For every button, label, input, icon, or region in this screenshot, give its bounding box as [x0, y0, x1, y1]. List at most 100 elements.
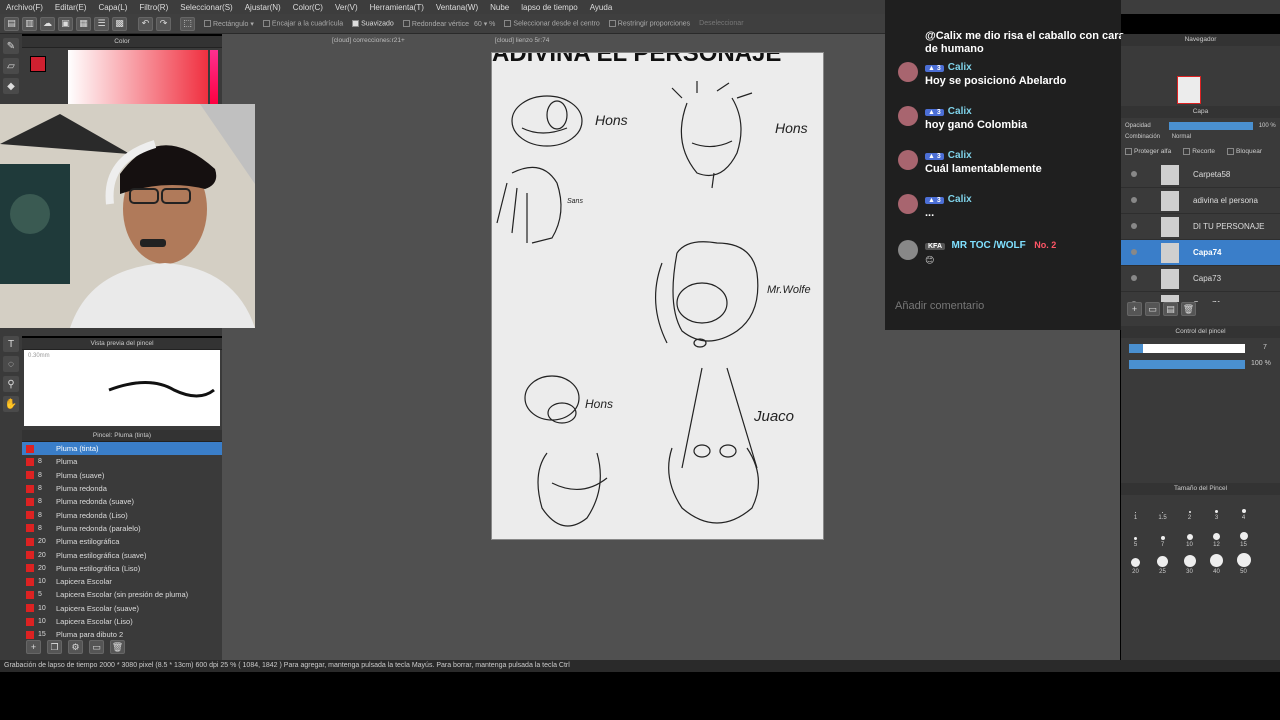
- foreground-color-swatch[interactable]: [30, 56, 46, 72]
- brush-item[interactable]: 8 Pluma: [22, 455, 222, 468]
- menu-item[interactable]: Color(C): [287, 3, 329, 12]
- brush-item[interactable]: Pluma (tinta): [22, 442, 222, 456]
- brush-size-preset[interactable]: 25: [1149, 549, 1176, 575]
- open-icon[interactable]: ▥: [22, 16, 37, 31]
- menu-item[interactable]: Archivo(F): [0, 3, 49, 12]
- brush-size-preset[interactable]: 15: [1230, 522, 1257, 548]
- deselect-button[interactable]: Deseleccionar: [699, 20, 743, 27]
- menu-item[interactable]: Herramienta(T): [364, 3, 430, 12]
- list-icon[interactable]: ☰: [94, 16, 109, 31]
- brush-item[interactable]: 20 Pluma estilográfica (Liso): [22, 562, 222, 575]
- undo-icon[interactable]: ↶: [138, 16, 153, 31]
- brush-size-preset[interactable]: 10: [1176, 522, 1203, 548]
- grid-icon[interactable]: ▩: [112, 16, 127, 31]
- brush-item[interactable]: 8 Pluma (suave): [22, 469, 222, 482]
- brush-size-preset[interactable]: 50: [1230, 549, 1257, 575]
- layer-row[interactable]: Capa71: [1121, 292, 1280, 302]
- round-value[interactable]: 60: [474, 21, 482, 28]
- delete-layer-icon[interactable]: 🗑: [1181, 302, 1196, 316]
- opacity-slider[interactable]: [1168, 122, 1253, 130]
- save-icon[interactable]: ▣: [58, 16, 73, 31]
- visibility-icon[interactable]: [1131, 301, 1137, 302]
- brush-size-preset[interactable]: 30: [1176, 549, 1203, 575]
- chat-comment-input[interactable]: Añadir comentario: [895, 300, 1115, 312]
- eyedropper-tool-icon[interactable]: ⚲: [3, 376, 19, 392]
- snap-checkbox[interactable]: [262, 19, 270, 27]
- text-tool-icon[interactable]: T: [3, 336, 19, 352]
- brush-size-preset[interactable]: 5: [1122, 522, 1149, 548]
- visibility-icon[interactable]: [1131, 197, 1137, 203]
- brush-size-slider[interactable]: [1129, 344, 1245, 353]
- visibility-icon[interactable]: [1131, 171, 1137, 177]
- brush-size-preset[interactable]: 40: [1203, 549, 1230, 575]
- smooth-option[interactable]: Suavizado: [352, 19, 394, 27]
- menu-item[interactable]: Ver(V): [329, 3, 364, 12]
- menu-item[interactable]: Capa(L): [92, 3, 133, 12]
- menu-item[interactable]: Filtro(R): [133, 3, 174, 12]
- center-checkbox[interactable]: [504, 19, 512, 27]
- brush-density-slider[interactable]: [1129, 360, 1245, 369]
- hand-tool-icon[interactable]: ✋: [3, 396, 19, 412]
- tab-canvas[interactable]: [cloud] lienzo 5r:74: [495, 37, 550, 49]
- round-option[interactable]: Redondear vértice 60 ▾ %: [402, 20, 495, 28]
- drawing-canvas[interactable]: ADIVINA EL PERSONAJE Hons Hons Sans Mr.W…: [491, 52, 824, 540]
- brush-item[interactable]: 20 Pluma estilográfica (suave): [22, 548, 222, 561]
- brush-item[interactable]: 20 Pluma estilográfica: [22, 535, 222, 548]
- proportions-option[interactable]: Restringir proporciones: [608, 19, 690, 27]
- visibility-icon[interactable]: [1131, 249, 1137, 255]
- brush-item[interactable]: 8 Pluma redonda (Liso): [22, 508, 222, 521]
- visibility-icon[interactable]: [1131, 223, 1137, 229]
- brush-size-preset[interactable]: 12: [1203, 522, 1230, 548]
- vector-layer-icon[interactable]: ▭: [1145, 302, 1160, 316]
- brush-item[interactable]: 8 Pluma redonda (paralelo): [22, 522, 222, 535]
- cloud-icon[interactable]: ☁: [40, 16, 55, 31]
- eraser-tool-icon[interactable]: ▱: [3, 58, 19, 74]
- brush-item[interactable]: 5 Lapicera Escolar (sin presión de pluma): [22, 588, 222, 601]
- blend-value[interactable]: Normal: [1172, 134, 1191, 140]
- lock-checkbox[interactable]: [1226, 148, 1234, 155]
- tab-corrections[interactable]: [cloud] correcciones:r21+: [332, 37, 405, 49]
- from-center-option[interactable]: Seleccionar desde el centro: [504, 19, 600, 27]
- lock-option[interactable]: Bloquear: [1226, 148, 1262, 162]
- lasso-tool-icon[interactable]: ◌: [3, 356, 19, 372]
- redo-icon[interactable]: ↷: [156, 16, 171, 31]
- brush-item[interactable]: 8 Pluma redonda: [22, 482, 222, 495]
- add-brush-icon[interactable]: +: [26, 640, 41, 654]
- brush-item[interactable]: 8 Pluma redonda (suave): [22, 495, 222, 508]
- new-layer-icon[interactable]: +: [1127, 302, 1142, 316]
- shape-select[interactable]: Rectángulo ▾: [204, 20, 254, 28]
- menu-item[interactable]: Ajustar(N): [239, 3, 287, 12]
- layer-row[interactable]: Carpeta58: [1121, 162, 1280, 188]
- brush-size-preset[interactable]: 1: [1122, 495, 1149, 521]
- menu-item[interactable]: Nube: [484, 3, 515, 12]
- protect-alpha-option[interactable]: Proteger alfa: [1125, 148, 1171, 162]
- export-icon[interactable]: ▦: [76, 16, 91, 31]
- menu-item[interactable]: lapso de tiempo: [515, 3, 583, 12]
- smooth-checkbox[interactable]: [352, 19, 360, 27]
- pen-tool-icon[interactable]: ✎: [3, 38, 19, 54]
- folder-layer-icon[interactable]: ▤: [1163, 302, 1178, 316]
- hue-slider[interactable]: [210, 50, 218, 104]
- layer-row[interactable]: Capa74: [1121, 240, 1280, 266]
- delete-brush-icon[interactable]: 🗑: [110, 640, 125, 654]
- copy-brush-icon[interactable]: ❐: [47, 640, 62, 654]
- menu-item[interactable]: Ayuda: [584, 3, 619, 12]
- round-checkbox[interactable]: [402, 20, 410, 28]
- clip-checkbox[interactable]: [1183, 148, 1191, 155]
- brush-size-preset[interactable]: 7: [1149, 522, 1176, 548]
- clip-option[interactable]: Recorte: [1183, 148, 1215, 162]
- menu-item[interactable]: Editar(E): [49, 3, 93, 12]
- brush-item[interactable]: 10 Lapicera Escolar: [22, 575, 222, 588]
- brush-size-preset[interactable]: 1.5: [1149, 495, 1176, 521]
- protect-checkbox[interactable]: [1125, 148, 1132, 155]
- layer-row[interactable]: Capa73: [1121, 266, 1280, 292]
- menu-item[interactable]: Seleccionar(S): [174, 3, 238, 12]
- color-picker-area[interactable]: [68, 50, 208, 104]
- fill-tool-icon[interactable]: ◆: [3, 78, 19, 94]
- snap-option[interactable]: Encajar a la cuadrícula: [262, 19, 343, 27]
- brush-size-preset[interactable]: 20: [1122, 549, 1149, 575]
- new-file-icon[interactable]: ▤: [4, 16, 19, 31]
- menu-item[interactable]: Ventana(W): [430, 3, 484, 12]
- brush-item[interactable]: 10 Lapicera Escolar (Liso): [22, 615, 222, 628]
- folder-icon[interactable]: ▭: [89, 640, 104, 654]
